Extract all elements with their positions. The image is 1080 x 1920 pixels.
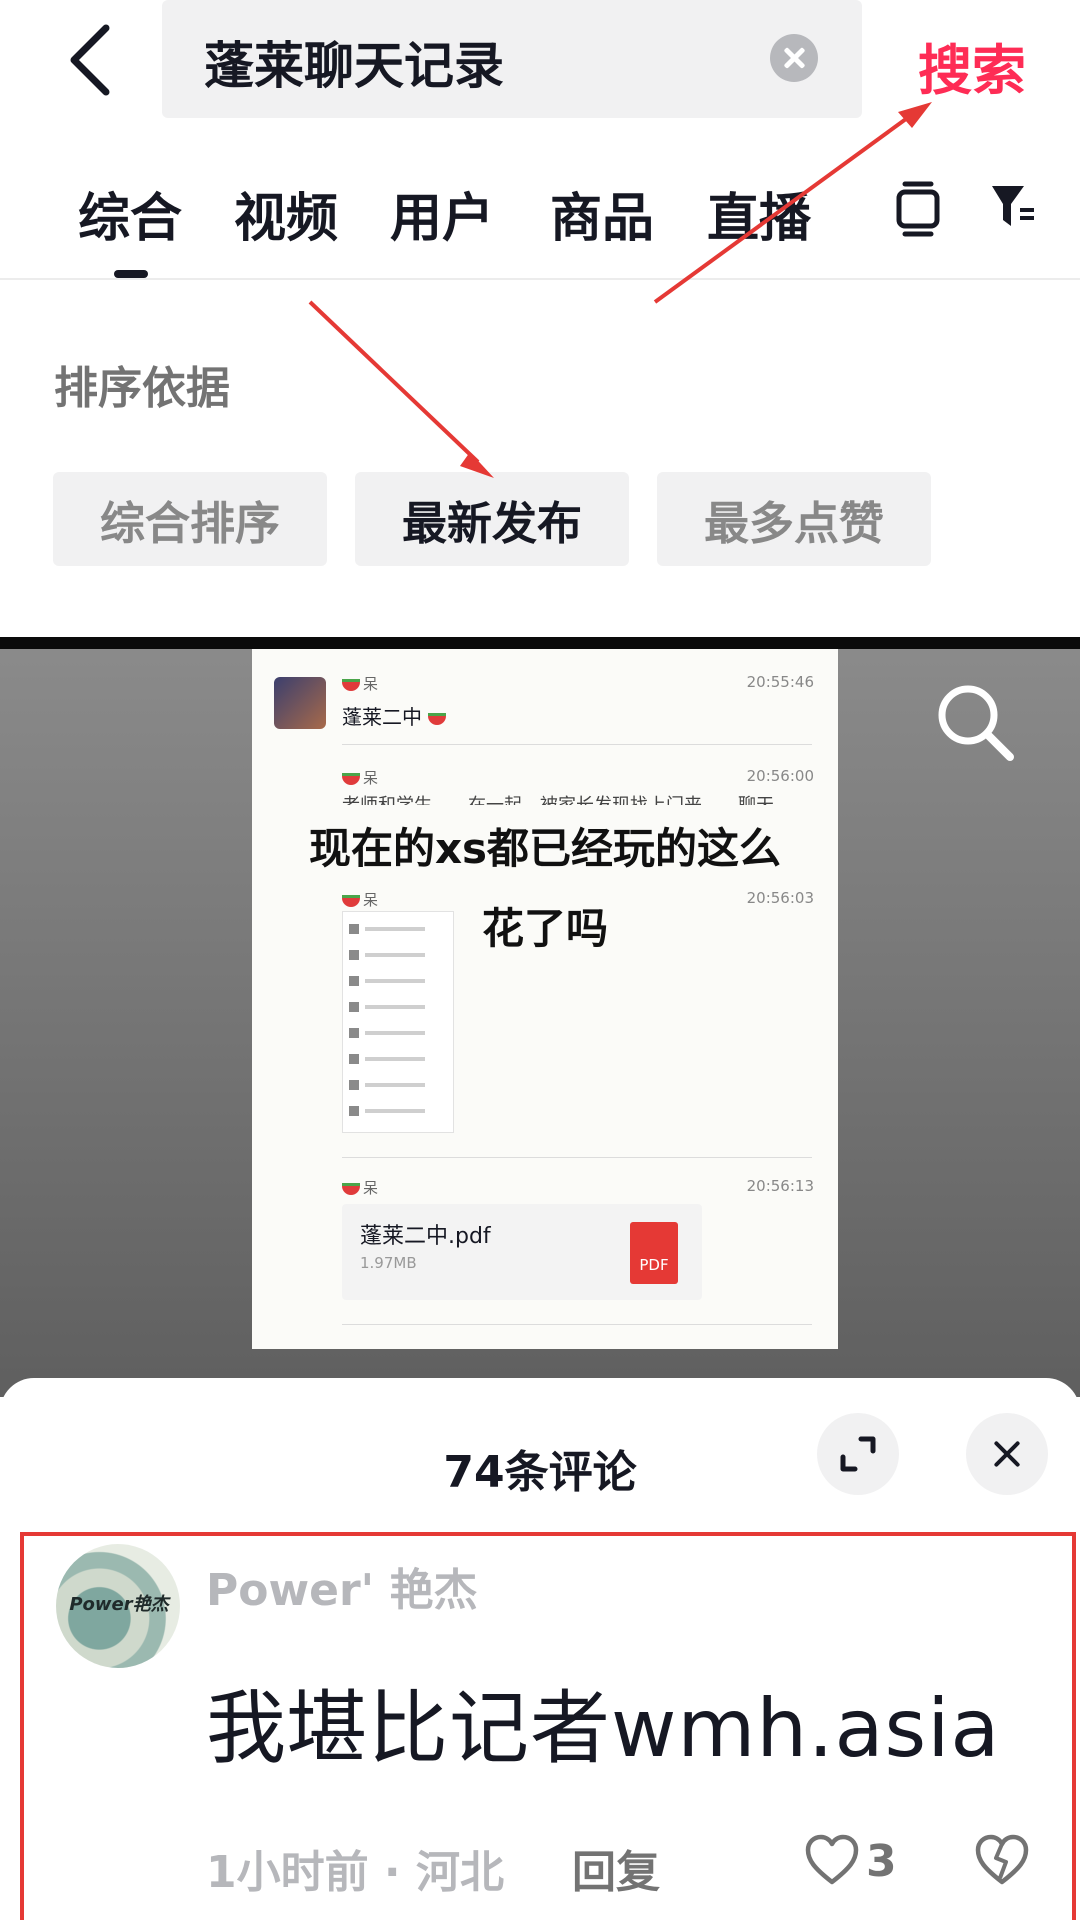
chat-thumbnail (342, 911, 454, 1133)
sort-panel: 排序依据 综合排序 最新发布 最多点赞 (0, 282, 1080, 637)
message-text: 老师和学生……在一起，被家长发现找上门来……聊天 (342, 791, 774, 805)
message-sender: 呆 (342, 767, 378, 788)
close-button[interactable] (966, 1413, 1048, 1495)
watermelon-icon (428, 712, 447, 725)
avatar-text: Power艳杰 (69, 1594, 169, 1615)
watermelon-icon (342, 772, 360, 785)
filter-icon[interactable] (990, 182, 1036, 232)
comments-count-title: 74条评论 (443, 1447, 637, 1498)
file-name: 蓬莱二中.pdf (360, 1224, 491, 1249)
file-attachment: 蓬莱二中.pdf 1.97MB PDF (342, 1204, 702, 1300)
comment-username[interactable]: Power' 艳杰 (206, 1554, 477, 1618)
search-icon[interactable] (930, 677, 1020, 767)
sort-option-most-liked[interactable]: 最多点赞 (657, 472, 931, 566)
sort-option-comprehensive[interactable]: 综合排序 (53, 472, 327, 566)
message-sender: 呆 (342, 1177, 378, 1198)
layout-toggle-icon[interactable] (893, 178, 943, 238)
active-tab-indicator (114, 270, 148, 278)
watermelon-icon (342, 1182, 360, 1195)
comments-panel: 74条评论 Power艳杰 Power' 艳杰 我堪比记者wmh.asia 1小… (0, 1378, 1080, 1920)
watermelon-icon (342, 678, 360, 691)
message-divider (342, 1324, 812, 1325)
avatar[interactable]: Power艳杰 (56, 1544, 180, 1668)
comment-text: 我堪比记者wmh.asia (206, 1682, 1001, 1775)
message-sender: 呆 (342, 889, 378, 910)
sort-title: 排序依据 (54, 363, 230, 414)
message-time: 20:56:00 (746, 767, 814, 785)
tab-live[interactable]: 直播 (707, 176, 811, 251)
broken-heart-icon[interactable] (974, 1832, 1030, 1888)
message-time: 20:56:03 (746, 889, 814, 907)
caption-line: 现在的xs都已经玩的这么 (308, 824, 782, 873)
message-text: 蓬莱二中 (342, 701, 449, 730)
sort-option-latest[interactable]: 最新发布 (355, 472, 629, 566)
clear-icon[interactable] (770, 34, 818, 82)
message-sender: 呆 (342, 673, 378, 694)
search-tabs: 综合 视频 用户 商品 直播 (0, 150, 1080, 280)
search-input[interactable]: 蓬莱聊天记录 (162, 0, 862, 118)
search-query-text: 蓬莱聊天记录 (204, 37, 504, 95)
expand-button[interactable] (817, 1413, 899, 1495)
message-time: 20:55:46 (746, 673, 814, 691)
video-top-bar (0, 637, 1080, 649)
chat-avatar (274, 677, 326, 729)
search-button[interactable]: 搜索 (918, 26, 1026, 105)
comment-meta: 1小时前 · 河北 (206, 1847, 504, 1898)
tab-users[interactable]: 用户 (390, 176, 494, 251)
video-player[interactable]: 呆 20:55:46 蓬莱二中 呆 20:56:00 老师和学生……在一起，被家… (0, 637, 1080, 1397)
heart-icon[interactable] (804, 1832, 860, 1888)
back-arrow-icon[interactable] (62, 20, 122, 100)
tab-video[interactable]: 视频 (234, 176, 338, 251)
message-time: 20:56:13 (746, 1177, 814, 1195)
message-divider (342, 1157, 812, 1158)
message-divider (342, 744, 812, 745)
like-count: 3 (866, 1836, 897, 1887)
file-size: 1.97MB (360, 1254, 417, 1272)
watermelon-icon (342, 894, 360, 907)
comment-item[interactable]: Power艳杰 Power' 艳杰 我堪比记者wmh.asia 1小时前 · 河… (20, 1532, 1076, 1920)
reply-button[interactable]: 回复 (572, 1836, 660, 1900)
tab-comprehensive[interactable]: 综合 (78, 176, 182, 251)
search-header: 蓬莱聊天记录 搜索 (0, 0, 1080, 140)
tab-products[interactable]: 商品 (550, 176, 654, 251)
chat-screenshot: 呆 20:55:46 蓬莱二中 呆 20:56:00 老师和学生……在一起，被家… (252, 649, 838, 1349)
expand-icon (840, 1436, 876, 1472)
pdf-file-icon: PDF (630, 1222, 678, 1284)
